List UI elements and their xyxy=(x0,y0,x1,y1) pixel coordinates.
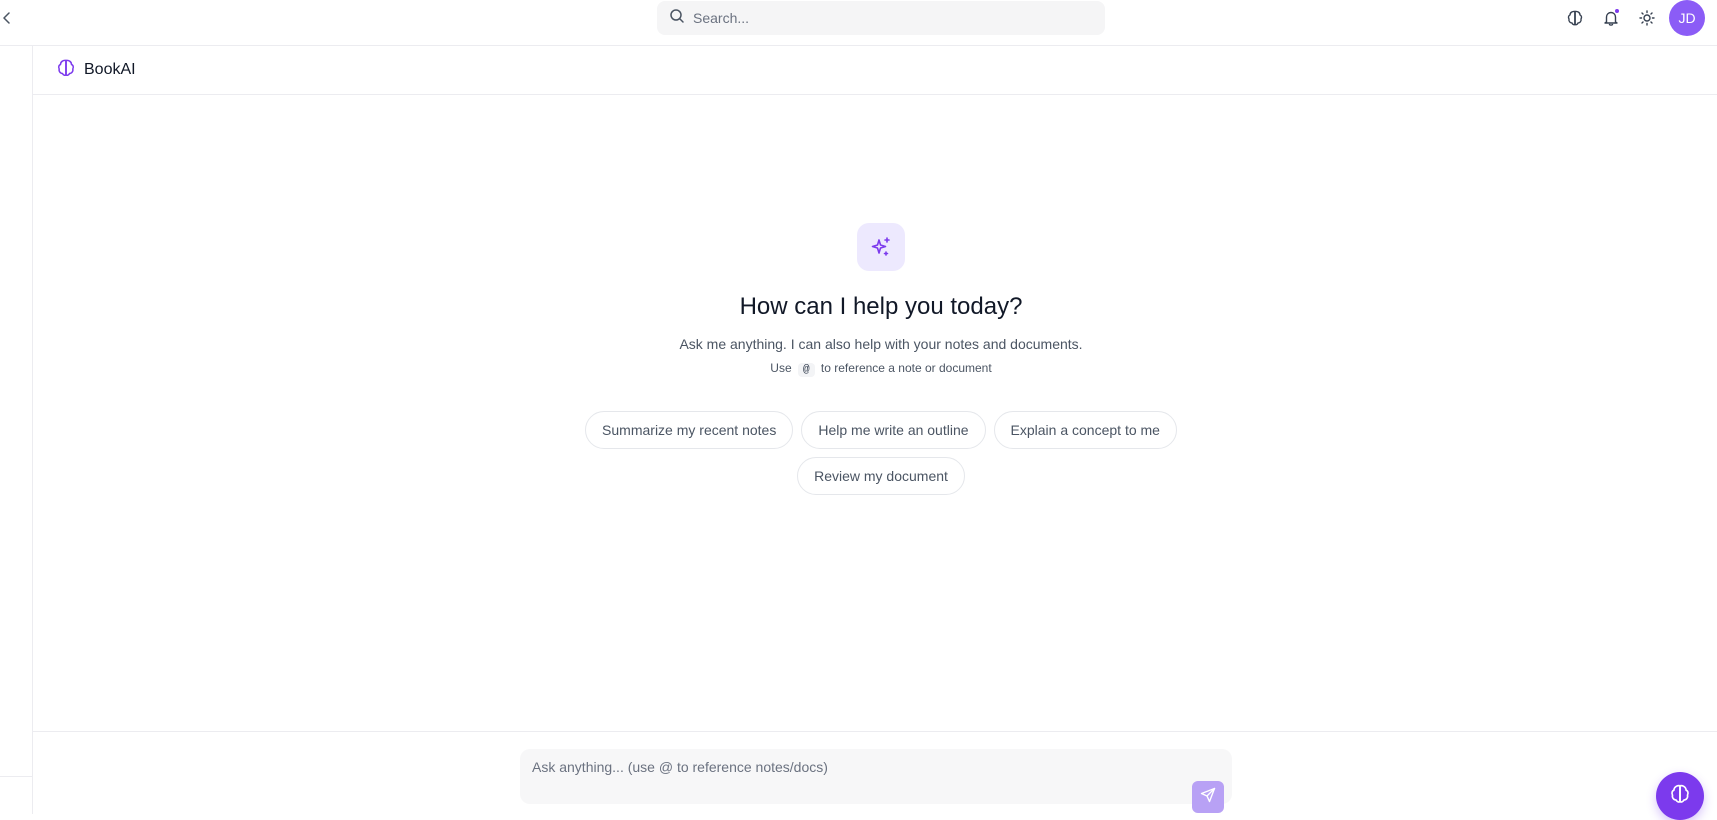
hint-prefix: Use xyxy=(770,361,792,375)
sparkles-icon xyxy=(857,223,905,271)
search-input[interactable] xyxy=(693,10,1093,26)
page-header: BookAI xyxy=(33,46,1717,95)
hero-hint: Use @ to reference a note or document xyxy=(33,361,1717,377)
hero-subtitle: Ask me anything. I can also help with yo… xyxy=(679,336,1083,352)
composer-bar xyxy=(33,731,1717,814)
suggestion-row: Review my document xyxy=(797,457,965,495)
avatar[interactable]: JD xyxy=(1669,0,1705,36)
left-rail xyxy=(0,46,33,814)
send-button[interactable] xyxy=(1192,781,1224,813)
divider xyxy=(0,776,32,777)
brain-icon xyxy=(56,58,76,83)
suggestion-row: Summarize my recent notes Help me write … xyxy=(585,411,1177,449)
sun-icon[interactable] xyxy=(1629,0,1665,36)
assistant-fab[interactable] xyxy=(1656,772,1704,820)
brain-icon[interactable] xyxy=(1557,0,1593,36)
page-title: BookAI xyxy=(84,61,136,78)
brain-icon xyxy=(1669,783,1691,810)
suggestion-chip[interactable]: Explain a concept to me xyxy=(993,411,1177,449)
search-box[interactable] xyxy=(657,1,1105,35)
composer[interactable] xyxy=(520,749,1232,813)
hero-title: How can I help you today? xyxy=(739,293,1023,320)
suggestion-chip[interactable]: Help me write an outline xyxy=(801,411,986,449)
chevron-left-icon[interactable] xyxy=(0,8,14,28)
top-bar: JD xyxy=(0,0,1717,46)
search-icon xyxy=(669,8,685,29)
chat-input[interactable] xyxy=(532,759,1132,775)
suggestion-chip[interactable]: Summarize my recent notes xyxy=(585,411,794,449)
top-actions: JD xyxy=(1557,0,1717,36)
notification-dot xyxy=(1614,8,1620,14)
chat-empty-state: How can I help you today? Ask me anythin… xyxy=(33,95,1717,731)
suggestions: Summarize my recent notes Help me write … xyxy=(33,411,1717,495)
suggestion-chip[interactable]: Review my document xyxy=(797,457,965,495)
hint-key: @ xyxy=(797,363,815,377)
bell-icon[interactable] xyxy=(1593,0,1629,36)
send-icon xyxy=(1200,787,1216,808)
hint-suffix: to reference a note or document xyxy=(820,361,992,375)
